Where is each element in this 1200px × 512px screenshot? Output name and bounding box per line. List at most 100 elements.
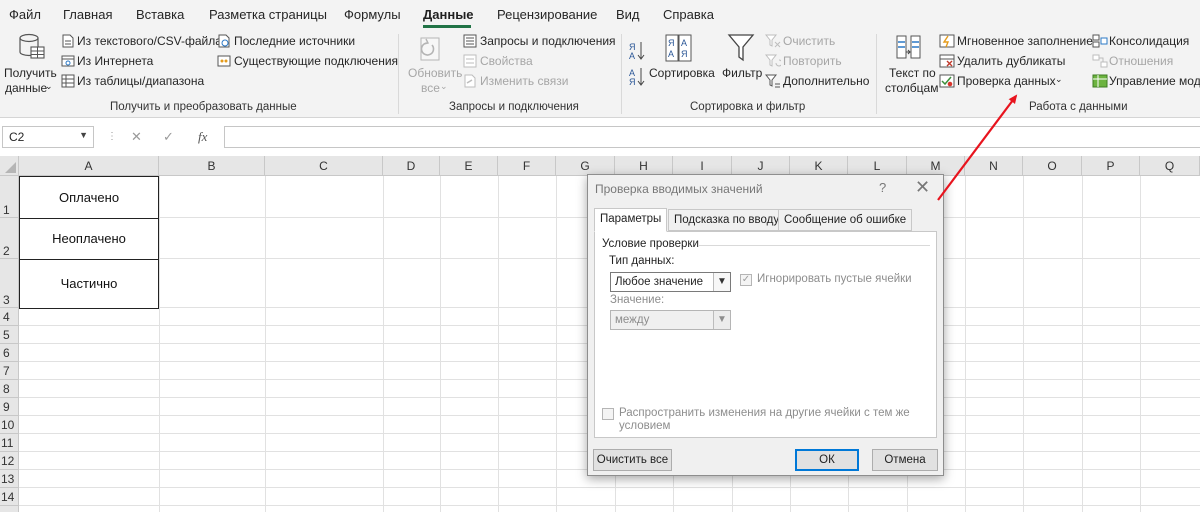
column-header[interactable]: M: [907, 156, 965, 176]
cell-a3[interactable]: Частично: [19, 259, 159, 309]
column-header[interactable]: D: [383, 156, 440, 176]
clear-all-button[interactable]: Очистить все: [593, 449, 672, 471]
chevron-down-icon: ⌄: [440, 81, 448, 91]
apply-to-all-checkbox[interactable]: [602, 408, 614, 420]
clear-filter-button[interactable]: Очистить: [783, 34, 835, 48]
gridline: [965, 176, 966, 512]
relationships-button[interactable]: Отношения: [1109, 54, 1173, 68]
help-button[interactable]: ?: [879, 180, 886, 195]
row-header[interactable]: 2: [0, 218, 19, 259]
tab-formulas[interactable]: Формулы: [344, 7, 401, 22]
cancel-entry-button[interactable]: ✕: [131, 129, 142, 145]
row-header[interactable]: 10: [0, 416, 19, 434]
column-header[interactable]: F: [498, 156, 556, 176]
column-header[interactable]: E: [440, 156, 498, 176]
flash-fill-button[interactable]: Мгновенное заполнение: [957, 34, 1093, 48]
properties-button[interactable]: Свойства: [480, 54, 533, 68]
row-header[interactable]: 14: [0, 488, 19, 506]
close-button[interactable]: ✕: [915, 177, 930, 198]
column-header[interactable]: Q: [1140, 156, 1200, 176]
row-header[interactable]: 5: [0, 326, 19, 344]
data-model-button[interactable]: Управление модел: [1109, 74, 1200, 88]
column-header[interactable]: P: [1082, 156, 1140, 176]
remove-duplicates-button[interactable]: Удалить дубликаты: [957, 54, 1065, 68]
ignore-blank-checkbox[interactable]: ✓: [740, 274, 752, 286]
row-header[interactable]: [0, 506, 19, 512]
edit-links-button[interactable]: Изменить связи: [480, 74, 568, 88]
from-text-csv-button[interactable]: Из текстового/CSV-файла: [77, 34, 222, 48]
tab-home[interactable]: Главная: [63, 7, 112, 22]
filter-icon: [727, 34, 755, 62]
section-divider: [699, 245, 930, 246]
tab-page-layout[interactable]: Разметка страницы: [209, 7, 327, 22]
row-header[interactable]: 12: [0, 452, 19, 470]
text-to-columns-icon: [896, 35, 921, 59]
filter-button[interactable]: Фильтр: [722, 66, 762, 80]
cancel-button[interactable]: Отмена: [872, 449, 938, 471]
row-header[interactable]: 1: [0, 176, 19, 218]
data-type-label: Тип данных:: [609, 255, 675, 267]
row-header[interactable]: 4: [0, 308, 19, 326]
tab-file[interactable]: Файл: [9, 7, 41, 22]
sort-dialog-icon: Я А А Я: [665, 34, 692, 62]
refresh-all-icon: [420, 37, 440, 61]
column-header[interactable]: K: [790, 156, 848, 176]
advanced-filter-button[interactable]: Дополнительно: [783, 74, 869, 88]
tab-input-message[interactable]: Подсказка по вводу: [668, 209, 786, 231]
svg-text:А: А: [629, 51, 635, 61]
column-header[interactable]: J: [732, 156, 790, 176]
column-header[interactable]: L: [848, 156, 907, 176]
consolidate-button[interactable]: Консолидация: [1109, 34, 1189, 48]
column-header[interactable]: G: [556, 156, 615, 176]
column-header[interactable]: B: [159, 156, 265, 176]
insert-function-button[interactable]: fx: [198, 129, 207, 145]
formula-bar: C2 ▼ ⋮ ✕ ✓ fx: [0, 118, 1200, 156]
column-header[interactable]: I: [673, 156, 732, 176]
row-header[interactable]: 9: [0, 398, 19, 416]
active-tab-indicator: [423, 25, 471, 28]
column-header[interactable]: C: [265, 156, 383, 176]
name-box[interactable]: C2 ▼: [2, 126, 94, 148]
cell-a1[interactable]: Оплачено: [19, 176, 159, 219]
group-separator: [621, 34, 622, 114]
ok-button[interactable]: ОК: [795, 449, 859, 471]
row-header[interactable]: 13: [0, 470, 19, 488]
value-select[interactable]: между ▼: [610, 310, 731, 330]
tab-settings[interactable]: Параметры: [594, 208, 668, 232]
formula-input[interactable]: [224, 126, 1200, 148]
chevron-down-icon: ▼: [713, 311, 730, 329]
cell-a2[interactable]: Неоплачено: [19, 218, 159, 260]
column-header[interactable]: N: [965, 156, 1023, 176]
row-header[interactable]: 11: [0, 434, 19, 452]
remove-duplicates-icon: [939, 54, 955, 68]
queries-connections-button[interactable]: Запросы и подключения: [480, 34, 616, 48]
tab-view[interactable]: Вид: [616, 7, 640, 22]
tab-data[interactable]: Данные: [423, 7, 474, 22]
tab-review[interactable]: Рецензирование: [497, 7, 597, 22]
column-header[interactable]: H: [615, 156, 673, 176]
row-header[interactable]: 3: [0, 259, 19, 308]
value-label: Значение:: [610, 294, 665, 306]
column-header[interactable]: O: [1023, 156, 1082, 176]
relationships-icon: [1092, 54, 1108, 68]
reapply-button[interactable]: Повторить: [783, 54, 842, 68]
table-icon: [61, 74, 75, 88]
sort-button[interactable]: Сортировка: [649, 66, 715, 80]
row-header[interactable]: 7: [0, 362, 19, 380]
group-label-data-tools: Работа с данными: [1029, 101, 1128, 113]
svg-text:А: А: [668, 49, 674, 59]
row-header[interactable]: 6: [0, 344, 19, 362]
tab-error-alert[interactable]: Сообщение об ошибке: [778, 209, 913, 231]
select-all-corner[interactable]: [0, 156, 19, 176]
column-header[interactable]: A: [19, 156, 159, 176]
confirm-entry-button[interactable]: ✓: [163, 129, 174, 145]
row-header[interactable]: 8: [0, 380, 19, 398]
from-web-button[interactable]: Из Интернета: [77, 54, 153, 68]
existing-connections-button[interactable]: Существующие подключения: [234, 54, 398, 68]
data-type-select[interactable]: Любое значение ▼: [610, 272, 731, 292]
tab-insert[interactable]: Вставка: [136, 7, 184, 22]
recent-sources-button[interactable]: Последние источники: [234, 34, 355, 48]
tab-help[interactable]: Справка: [663, 7, 714, 22]
from-table-range-button[interactable]: Из таблицы/диапазона: [77, 74, 204, 88]
dialog-title: Проверка вводимых значений: [595, 182, 763, 196]
